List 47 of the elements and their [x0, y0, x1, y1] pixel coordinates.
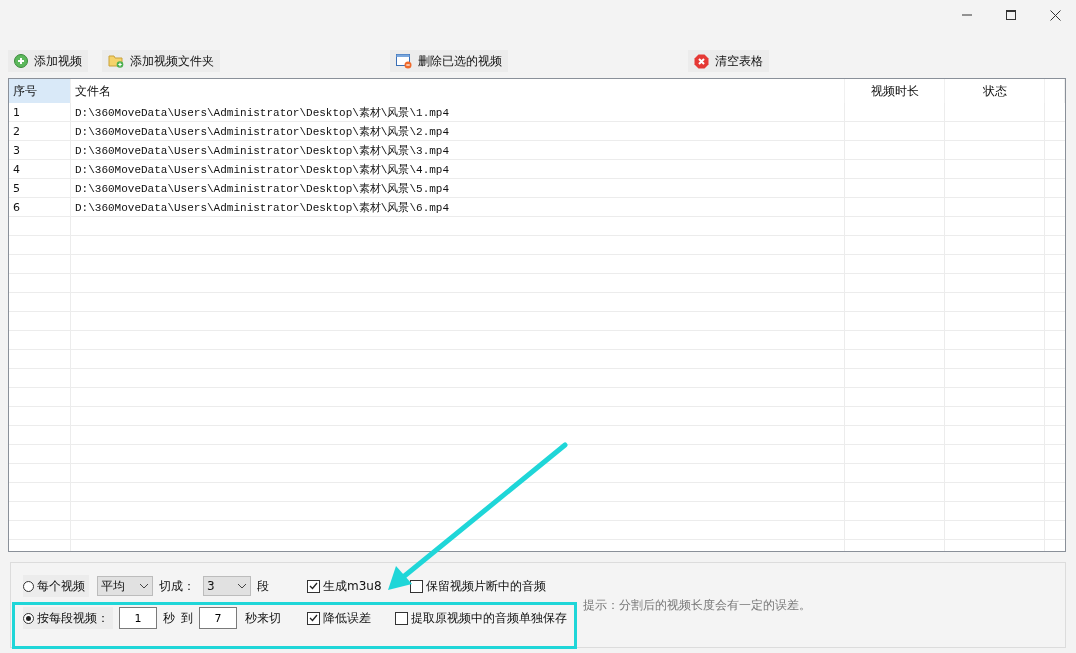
window-minus-icon [396, 53, 412, 69]
table-cell-text: 3 [12, 143, 21, 159]
toolbar-button[interactable]: 添加视频 [8, 50, 88, 72]
checkmark-icon [309, 614, 318, 622]
option-label: 到 [181, 609, 193, 627]
table-cell-text: D:\360MoveData\Users\Administrator\Desktop\素材\风景\5.mp4 [74, 181, 451, 197]
close-icon[interactable] [1048, 8, 1062, 22]
checkbox-label: 提取原视频中的音频单独保存 [411, 609, 567, 627]
option-label: 秒 [163, 609, 175, 627]
close-octagon-icon [694, 53, 709, 69]
option-label: 段 [257, 577, 269, 595]
checkbox-label: 降低误差 [323, 609, 371, 627]
toolbar-button[interactable]: 清空表格 [688, 50, 769, 72]
checkbox[interactable] [409, 579, 423, 593]
option-label: 秒来切 [245, 609, 281, 627]
table-cell-text: D:\360MoveData\Users\Administrator\Desktop\素材\风景\6.mp4 [74, 200, 451, 216]
table-cell-text: 5 [12, 181, 21, 197]
table-cell-text: 1 [12, 105, 21, 121]
input-field[interactable]: 1 [119, 607, 157, 629]
dropdown[interactable]: 3 [203, 576, 251, 596]
option-label: 切成： [159, 577, 195, 595]
plus-circle-icon [14, 54, 28, 68]
column-header[interactable]: 序号 [9, 79, 71, 103]
table-cell-text: D:\360MoveData\Users\Administrator\Desktop\素材\风景\3.mp4 [74, 143, 451, 159]
table-cell-text: D:\360MoveData\Users\Administrator\Desktop\素材\风景\2.mp4 [74, 124, 451, 140]
table-cell-text: D:\360MoveData\Users\Administrator\Desktop\素材\风景\1.mp4 [74, 105, 451, 121]
table-cell-text: 6 [12, 200, 21, 216]
checkmark-icon [309, 582, 318, 590]
checkbox[interactable] [307, 611, 320, 625]
input-field[interactable]: 7 [199, 607, 237, 629]
caret-icon [139, 583, 149, 589]
maximize-icon[interactable] [1004, 8, 1018, 22]
toolbar-button[interactable]: 删除已选的视频 [390, 50, 508, 72]
radio-option[interactable]: 按每段视频： [23, 607, 113, 629]
checkbox[interactable] [395, 611, 408, 625]
hint-text: 提示：分割后的视频长度会有一定的误差。 [583, 597, 812, 614]
radio-option[interactable]: 每个视频 [23, 575, 89, 597]
caret-icon [237, 583, 247, 589]
table-cell-text: 2 [12, 124, 21, 140]
table-cell-text: D:\360MoveData\Users\Administrator\Desktop\素材\风景\4.mp4 [74, 162, 451, 178]
folder-plus-icon [108, 54, 124, 68]
checkbox[interactable] [307, 579, 320, 593]
table-cell-text: 4 [12, 162, 21, 178]
toolbar-button[interactable]: 添加视频文件夹 [102, 50, 220, 72]
checkbox-label: 保留视频片断中的音频 [425, 577, 546, 595]
checkbox-label: 生成m3u8 [323, 577, 382, 595]
dropdown[interactable]: 平均 [97, 576, 153, 596]
